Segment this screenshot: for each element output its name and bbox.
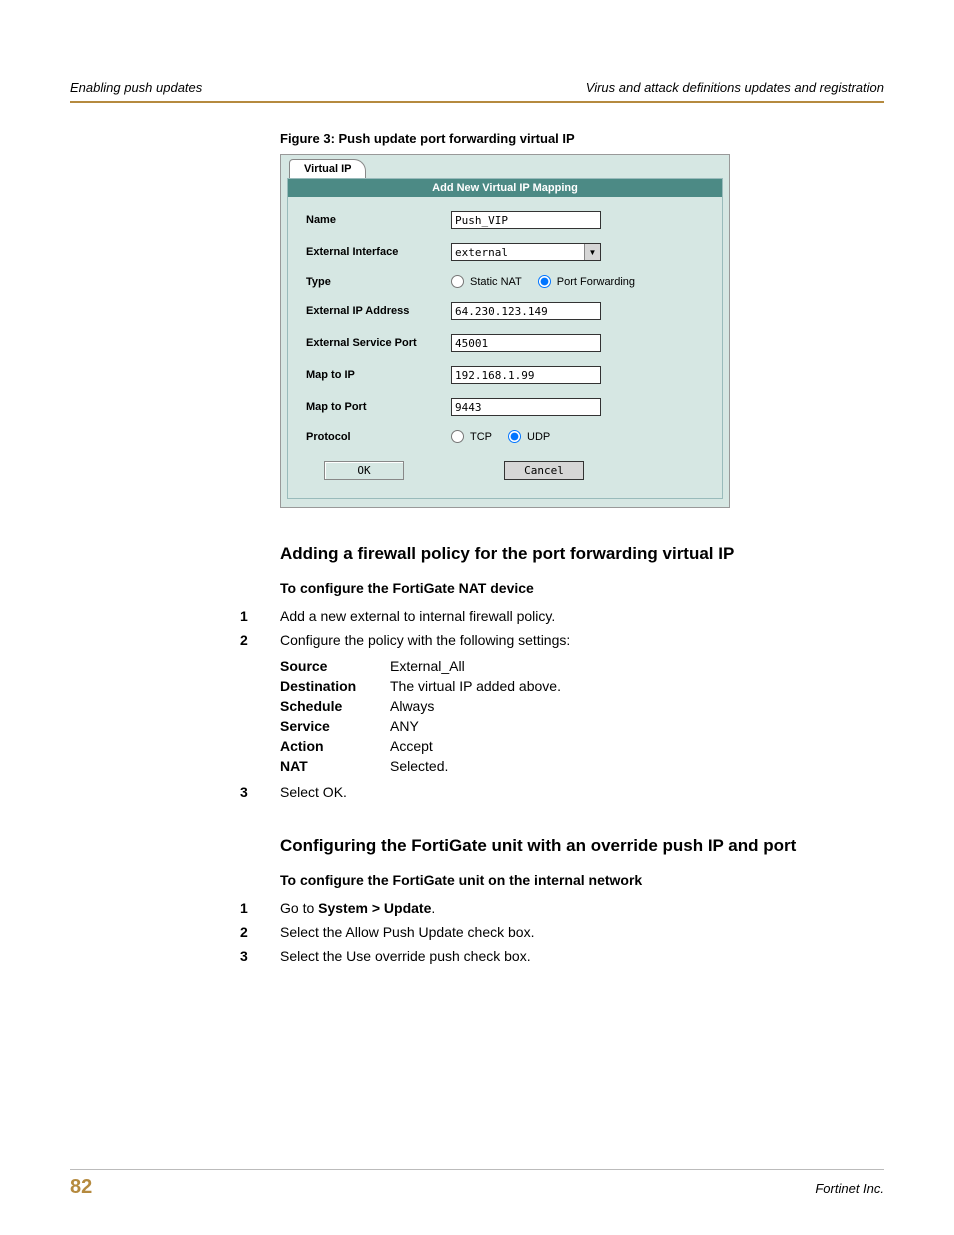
label-name: Name bbox=[306, 214, 451, 226]
settings-val: Accept bbox=[390, 738, 433, 754]
step-number: 3 bbox=[240, 784, 280, 800]
page-number: 82 bbox=[70, 1176, 92, 1199]
figure-caption: Figure 3: Push update port forwarding vi… bbox=[280, 131, 884, 146]
settings-key: NAT bbox=[280, 758, 390, 774]
vip-panel: Add New Virtual IP Mapping Name External… bbox=[287, 178, 723, 499]
ok-button[interactable]: OK bbox=[324, 461, 404, 480]
step-number: 3 bbox=[240, 948, 280, 964]
step-text-post: . bbox=[431, 900, 435, 916]
step-text-pre: Go to bbox=[280, 900, 318, 916]
radio-tcp[interactable] bbox=[451, 430, 464, 443]
header-left: Enabling push updates bbox=[70, 80, 202, 95]
label-ext-port: External Service Port bbox=[306, 337, 451, 349]
settings-val: ANY bbox=[390, 718, 419, 734]
input-map-port[interactable] bbox=[451, 398, 601, 416]
step-text: Select the Use override push check box. bbox=[280, 948, 884, 964]
step-number: 2 bbox=[240, 924, 280, 940]
settings-val: Selected. bbox=[390, 758, 448, 774]
footer-rule bbox=[70, 1169, 884, 1170]
radio-label-udp: UDP bbox=[527, 431, 550, 443]
label-ext-if: External Interface bbox=[306, 246, 451, 258]
settings-key: Schedule bbox=[280, 698, 390, 714]
label-protocol: Protocol bbox=[306, 431, 451, 443]
page-footer: 82 Fortinet Inc. bbox=[70, 1169, 884, 1199]
radio-udp[interactable] bbox=[508, 430, 521, 443]
step-number: 1 bbox=[240, 608, 280, 624]
radio-label-tcp: TCP bbox=[470, 431, 492, 443]
settings-table: SourceExternal_All DestinationThe virtua… bbox=[280, 658, 884, 774]
label-ext-ip: External IP Address bbox=[306, 305, 451, 317]
section2-heading: Configuring the FortiGate unit with an o… bbox=[280, 836, 884, 856]
input-map-ip[interactable] bbox=[451, 366, 601, 384]
label-type: Type bbox=[306, 276, 451, 288]
radio-port-forwarding[interactable] bbox=[538, 275, 551, 288]
step-number: 2 bbox=[240, 632, 280, 648]
input-ext-port[interactable] bbox=[451, 334, 601, 352]
input-ext-ip[interactable] bbox=[451, 302, 601, 320]
step-text: Select OK. bbox=[280, 784, 884, 800]
cancel-button[interactable]: Cancel bbox=[504, 461, 584, 480]
step-number: 1 bbox=[240, 900, 280, 916]
radio-label-port-forwarding: Port Forwarding bbox=[557, 276, 635, 288]
company-name: Fortinet Inc. bbox=[815, 1181, 884, 1196]
section2-sub: To configure the FortiGate unit on the i… bbox=[280, 872, 884, 888]
label-map-port: Map to Port bbox=[306, 401, 451, 413]
settings-val: External_All bbox=[390, 658, 465, 674]
select-external-interface[interactable]: external ▼ bbox=[451, 243, 601, 261]
panel-title: Add New Virtual IP Mapping bbox=[288, 179, 722, 197]
step-text: Add a new external to internal firewall … bbox=[280, 608, 884, 624]
tab-row: Virtual IP bbox=[281, 155, 729, 178]
section1-heading: Adding a firewall policy for the port fo… bbox=[280, 544, 884, 564]
tab-virtual-ip[interactable]: Virtual IP bbox=[289, 159, 366, 178]
select-ext-if-value: external bbox=[452, 246, 584, 259]
step-text: Configure the policy with the following … bbox=[280, 632, 884, 648]
settings-key: Source bbox=[280, 658, 390, 674]
header-right: Virus and attack definitions updates and… bbox=[586, 80, 884, 95]
settings-val: Always bbox=[390, 698, 434, 714]
page-header: Enabling push updates Virus and attack d… bbox=[70, 80, 884, 101]
step-text: Go to System > Update. bbox=[280, 900, 884, 916]
step-text-bold: System > Update bbox=[318, 900, 431, 916]
settings-key: Destination bbox=[280, 678, 390, 694]
section1-sub: To configure the FortiGate NAT device bbox=[280, 580, 884, 596]
settings-key: Action bbox=[280, 738, 390, 754]
radio-label-static-nat: Static NAT bbox=[470, 276, 522, 288]
step-text: Select the Allow Push Update check box. bbox=[280, 924, 884, 940]
settings-key: Service bbox=[280, 718, 390, 734]
header-rule bbox=[70, 101, 884, 103]
input-name[interactable] bbox=[451, 211, 601, 229]
label-map-ip: Map to IP bbox=[306, 369, 451, 381]
radio-static-nat[interactable] bbox=[451, 275, 464, 288]
settings-val: The virtual IP added above. bbox=[390, 678, 561, 694]
virtual-ip-dialog: Virtual IP Add New Virtual IP Mapping Na… bbox=[280, 154, 730, 508]
chevron-down-icon: ▼ bbox=[584, 244, 600, 260]
